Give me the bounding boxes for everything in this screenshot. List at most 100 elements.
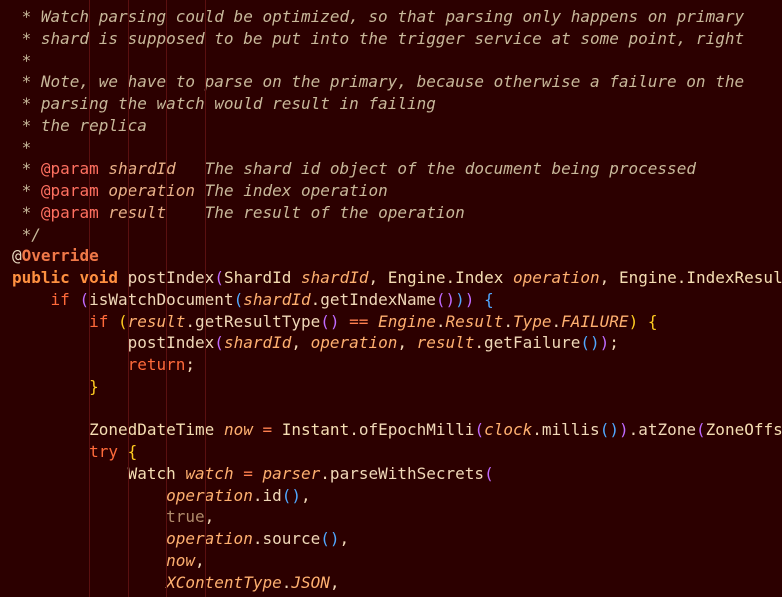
code-token: ; xyxy=(185,355,196,374)
code-line[interactable]: true, xyxy=(0,506,782,528)
code-line[interactable]: return; xyxy=(0,354,782,376)
code-token: ( xyxy=(214,333,224,353)
code-token: , xyxy=(397,333,417,353)
code-line[interactable]: * xyxy=(0,137,782,159)
code-token: Instant xyxy=(281,420,350,440)
code-token: * shard is supposed to be put into the t… xyxy=(12,28,745,48)
code-token: . xyxy=(435,311,446,331)
code-token: ; xyxy=(609,333,619,353)
code-line[interactable]: */ xyxy=(0,224,782,246)
code-token: void xyxy=(79,268,118,287)
code-token: .getIndexName xyxy=(310,289,436,309)
code-line[interactable]: * shard is supposed to be put into the t… xyxy=(0,28,782,50)
code-line[interactable]: } xyxy=(0,376,782,398)
code-line[interactable]: Watch watch = parser.parseWithSecrets( xyxy=(0,463,782,485)
code-token: ) xyxy=(464,289,475,309)
code-token: * xyxy=(12,137,32,157)
code-token: XContentType xyxy=(166,572,282,592)
code-token: now xyxy=(223,420,253,440)
code-line[interactable]: * the replica xyxy=(0,115,782,137)
code-line[interactable]: ZonedDateTime now = Instant.ofEpochMilli… xyxy=(0,419,782,441)
code-line[interactable]: if (isWatchDocument(shardId.getIndexName… xyxy=(0,289,782,311)
code-line[interactable]: * @param shardId The shard id object of … xyxy=(0,158,782,180)
code-content[interactable]: * Watch parsing could be optimized, so t… xyxy=(0,6,782,593)
code-token: .millis xyxy=(532,420,600,440)
code-token: , xyxy=(204,507,215,527)
code-token: @param xyxy=(40,181,99,200)
code-token: @param xyxy=(40,202,99,222)
code-token: if xyxy=(50,289,70,309)
code-line[interactable]: operation.id(), xyxy=(0,485,782,507)
code-token: ( xyxy=(79,289,90,309)
code-token: () xyxy=(435,289,456,309)
code-line[interactable]: @Override xyxy=(0,245,782,267)
code-token: , xyxy=(329,572,340,592)
code-token: ZonedDateTime xyxy=(89,420,215,440)
code-token: watch xyxy=(185,463,234,483)
code-token: ) xyxy=(618,420,629,440)
code-token: == xyxy=(349,311,369,331)
code-line[interactable]: operation.source(), xyxy=(0,528,782,550)
code-token: if xyxy=(89,311,109,331)
code-line[interactable]: XContentType.JSON, xyxy=(0,572,782,594)
code-token: FAILURE xyxy=(561,311,629,331)
code-token: * parsing the watch would result in fail… xyxy=(12,94,436,113)
code-token: shardId xyxy=(301,268,369,287)
code-line[interactable]: try { xyxy=(0,441,782,463)
code-token: The shard id object of the document bein… xyxy=(175,159,696,179)
code-token: , xyxy=(301,485,311,505)
code-token: Watch xyxy=(127,463,176,483)
code-token: The index operation xyxy=(195,181,388,200)
code-line[interactable]: * @param operation The index operation xyxy=(0,180,782,202)
code-token: . xyxy=(551,311,562,331)
code-token: .ofEpochMilli xyxy=(349,420,475,440)
code-line[interactable]: * Watch parsing could be optimized, so t… xyxy=(0,6,782,28)
code-line[interactable]: now, xyxy=(0,550,782,572)
code-token: Type xyxy=(512,311,552,331)
code-token: .parseWithSecrets xyxy=(320,463,485,483)
code-token: * xyxy=(12,50,32,70)
code-line[interactable]: postIndex(shardId, operation, result.get… xyxy=(0,332,782,354)
indent-guide xyxy=(166,0,167,597)
code-line[interactable]: public void postIndex(ShardId shardId, E… xyxy=(0,267,782,289)
code-token: , xyxy=(599,268,619,287)
code-editor[interactable]: * Watch parsing could be optimized, so t… xyxy=(0,0,782,597)
code-token: () xyxy=(320,311,340,331)
code-token: operation xyxy=(166,485,253,505)
code-token: operation xyxy=(166,529,253,548)
code-line[interactable]: * @param result The result of the operat… xyxy=(0,202,782,224)
code-line[interactable] xyxy=(0,398,782,420)
code-token: postIndex xyxy=(127,268,215,287)
code-token: * xyxy=(12,181,41,200)
code-token: { xyxy=(647,311,658,331)
code-token: true xyxy=(166,507,205,527)
code-token: Engine.IndexResult xyxy=(618,268,782,287)
code-line[interactable]: * xyxy=(0,50,782,72)
code-token: ZoneOffset xyxy=(705,420,782,440)
code-token: ( xyxy=(117,311,128,331)
code-token: Engine xyxy=(378,311,436,331)
code-line[interactable]: * Note, we have to parse on the primary,… xyxy=(0,71,782,93)
code-token: () xyxy=(281,485,301,505)
code-token: operation xyxy=(512,268,600,287)
code-token: ( xyxy=(214,268,224,287)
code-line[interactable]: * parsing the watch would result in fail… xyxy=(0,93,782,115)
code-line[interactable]: if (result.getResultType() == Engine.Res… xyxy=(0,311,782,333)
